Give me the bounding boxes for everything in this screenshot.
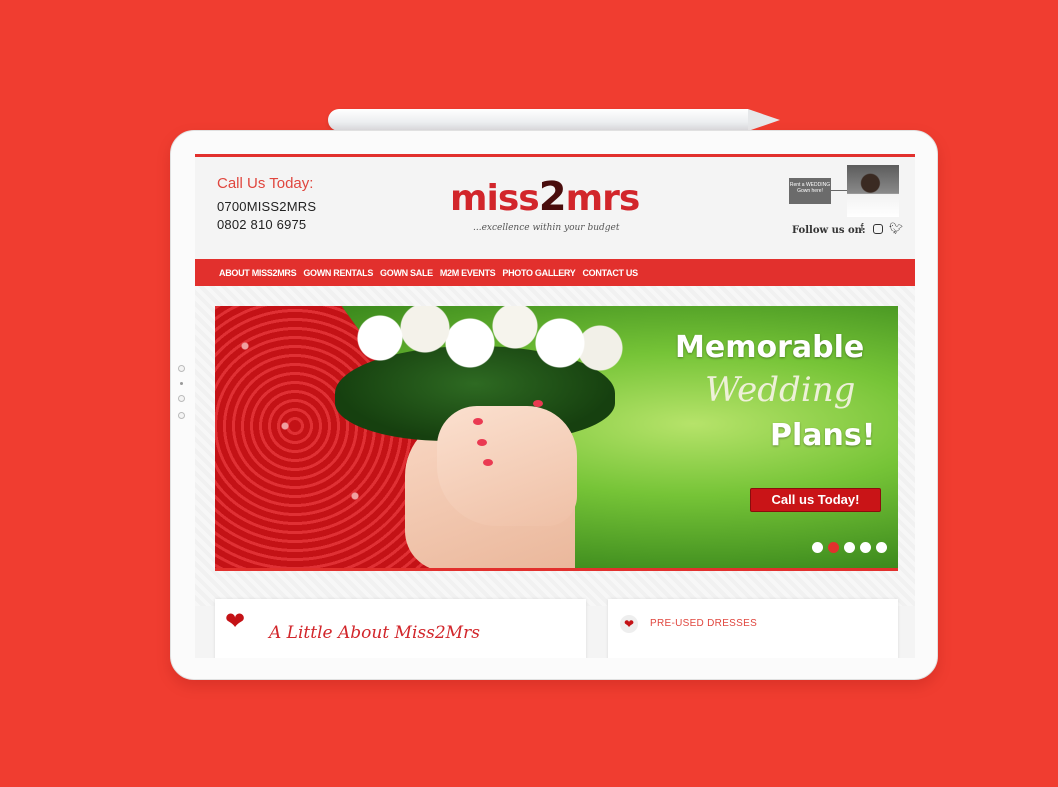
nav-item-gown-rentals[interactable]: GOWN RENTALS [303,268,373,278]
slide-headline-2: Wedding [705,370,856,410]
logo-suffix: mrs [565,178,641,219]
social-links: f 🐦︎ [857,222,903,235]
nail-image [473,418,483,425]
hand-image [437,406,577,526]
nav-item-contact[interactable]: CONTACT US [582,268,638,278]
logo-prefix: miss [450,178,540,219]
facebook-icon[interactable]: f [857,222,867,235]
nav-item-photo-gallery[interactable]: PHOTO GALLERY [502,268,575,278]
stylus-tip [748,109,780,131]
call-us-title: Call Us Today: [217,175,314,192]
nav-item-gown-sale[interactable]: GOWN SALE [380,268,433,278]
hero-slider[interactable]: Memorable Wedding Plans! Call us Today! [215,306,898,571]
tablet-dot [180,382,183,385]
twitter-icon[interactable]: 🐦︎ [889,222,903,235]
top-accent-line [195,154,915,157]
stylus-pencil [328,109,780,131]
bride-thumbnail[interactable] [847,165,899,217]
slider-pagination [812,542,887,553]
nav-item-m2m-events[interactable]: M2M EVENTS [440,268,496,278]
white-roses-bouquet-image [350,306,630,398]
slider-dot[interactable] [860,542,871,553]
tablet-dot [178,365,185,372]
nail-image [483,459,493,466]
nav-item-about[interactable]: ABOUT MISS2MRS [219,268,297,278]
tablet-camera-dots [178,365,188,429]
phone-secondary[interactable]: 0802 810 6975 [217,217,306,232]
tablet-dot [178,412,185,419]
pre-used-dresses-title[interactable]: PRE-USED DRESSES [650,618,757,629]
nail-image [533,400,543,407]
tablet-screen: Call Us Today: 0700MISS2MRS 0802 810 697… [195,154,915,658]
tablet-device: Call Us Today: 0700MISS2MRS 0802 810 697… [170,130,938,680]
badge-connector [831,190,847,191]
about-card-title: A Little About Miss2Mrs [269,623,480,643]
call-us-today-button[interactable]: Call us Today! [750,488,881,512]
about-card: ❤ A Little About Miss2Mrs [215,599,586,658]
rent-gown-badge[interactable]: Rent a WEDDING Gown here! [789,178,831,204]
slider-dot[interactable] [844,542,855,553]
heart-icon: ❤ [225,608,246,635]
slide-headline-1: Memorable [675,330,865,365]
logo-tagline: ...excellence within your budget [473,223,620,233]
slider-dot[interactable] [876,542,887,553]
phone-primary[interactable]: 0700MISS2MRS [217,199,316,214]
slide-headline-3: Plans! [770,418,876,453]
heart-icon: ❤ [620,615,638,633]
follow-label: Follow us on: [792,225,866,236]
slider-dot[interactable] [812,542,823,553]
tablet-dot [178,395,185,402]
pre-used-dresses-card: ❤ PRE-USED DRESSES [608,599,898,658]
logo-number: 2 [538,174,567,220]
slider-dot-active[interactable] [828,542,839,553]
stylus-body [328,109,748,131]
main-navigation: ABOUT MISS2MRS GOWN RENTALS GOWN SALE M2… [195,259,915,286]
instagram-icon[interactable] [873,224,883,234]
site-logo[interactable]: miss2mrs [450,174,641,220]
nail-image [477,439,487,446]
